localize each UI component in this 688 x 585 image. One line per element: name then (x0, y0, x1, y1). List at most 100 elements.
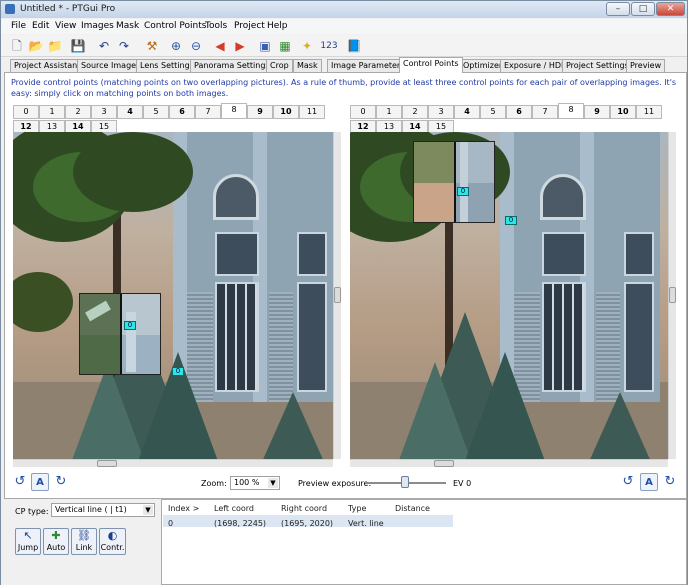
column-header-index[interactable]: Index > (168, 504, 199, 513)
right-rotate-ccw-button[interactable]: ↺ (619, 473, 637, 491)
left-image-tab[interactable]: 5 (143, 105, 169, 119)
left-image-viewer[interactable]: 0 0 (13, 132, 333, 459)
left-image-tab[interactable]: 9 (247, 105, 273, 119)
help-book-icon[interactable]: 📘 (346, 38, 362, 54)
right-vertical-scrollbar[interactable] (668, 132, 676, 459)
left-vscroll-thumb[interactable] (334, 287, 341, 303)
numbers-icon[interactable]: 123 (319, 38, 339, 54)
open-recent-icon[interactable]: 📁 (47, 38, 63, 54)
tab-image-parameters[interactable]: Image Parameters (327, 59, 409, 72)
menu-view[interactable]: View (55, 21, 76, 31)
left-image-tab-selected[interactable]: 8 (221, 103, 247, 119)
right-horizontal-scrollbar[interactable] (350, 459, 668, 467)
minimize-button[interactable]: – (606, 2, 630, 16)
menu-images[interactable]: Images (81, 21, 114, 31)
left-zoom-loupe (79, 293, 161, 375)
tools-icon[interactable]: ⚒ (144, 38, 160, 54)
left-rotate-cw-button[interactable]: ↻ (52, 473, 70, 491)
menu-file[interactable]: File (11, 21, 26, 31)
tab-exposure-hdr[interactable]: Exposure / HDR (500, 59, 571, 72)
right-cp-marker[interactable]: 0 (505, 216, 517, 225)
tab-lens-settings[interactable]: Lens Settings (136, 59, 198, 72)
save-icon[interactable]: 💾 (70, 38, 86, 54)
right-image-tab[interactable]: 3 (428, 105, 454, 119)
left-vertical-scrollbar[interactable] (333, 132, 341, 459)
right-vscroll-thumb[interactable] (669, 287, 676, 303)
right-image-tab[interactable]: 1 (376, 105, 402, 119)
left-image-tab[interactable]: 2 (65, 105, 91, 119)
right-image-tab[interactable]: 2 (402, 105, 428, 119)
tab-preview[interactable]: Preview (626, 59, 666, 72)
contrast-button[interactable]: ◐ Contr. (99, 528, 126, 555)
right-zoom-cp-marker[interactable]: 0 (457, 187, 469, 196)
right-image-tab[interactable]: 7 (532, 105, 558, 119)
right-photo[interactable] (350, 132, 668, 459)
tab-crop[interactable]: Crop (266, 59, 293, 72)
menu-project[interactable]: Project (234, 21, 265, 31)
left-image-tab[interactable]: 1 (39, 105, 65, 119)
panorama-editor-icon[interactable]: ▣ (257, 38, 273, 54)
maximize-button[interactable]: □ (631, 2, 655, 16)
right-rotate-cw-button[interactable]: ↻ (661, 473, 679, 491)
left-image-tab[interactable]: 0 (13, 105, 39, 119)
new-project-icon[interactable]: 🗋 (9, 38, 25, 54)
left-image-tab[interactable]: 11 (299, 105, 325, 119)
tab-control-points[interactable]: Control Points (399, 57, 463, 73)
menu-mask[interactable]: Mask (116, 21, 139, 31)
undo-icon[interactable]: ↶ (96, 38, 112, 54)
menu-tools[interactable]: Tools (205, 21, 227, 31)
title-bar[interactable]: Untitled * - PTGui Pro – □ ✕ (1, 1, 687, 18)
left-image-tab[interactable]: 3 (91, 105, 117, 119)
right-image-tab[interactable]: 4 (454, 105, 480, 119)
table-icon[interactable]: ▦ (277, 38, 293, 54)
cp-type-select[interactable]: Vertical line ( | t1) ▼ (51, 503, 155, 517)
zoom-in-icon[interactable]: ⊕ (168, 38, 184, 54)
open-icon[interactable]: 📂 (28, 38, 44, 54)
left-image-tab[interactable]: 7 (195, 105, 221, 119)
column-header-type[interactable]: Type (348, 504, 366, 513)
right-image-tab[interactable]: 11 (636, 105, 662, 119)
zoom-select[interactable]: 100 % ▼ (230, 476, 280, 490)
redo-icon[interactable]: ↷ (116, 38, 132, 54)
right-image-tab[interactable]: 9 (584, 105, 610, 119)
column-header-left-coord[interactable]: Left coord (214, 504, 254, 513)
right-image-tab[interactable]: 6 (506, 105, 532, 119)
left-photo[interactable] (13, 132, 333, 459)
right-image-tab[interactable]: 0 (350, 105, 376, 119)
lightbulb-icon[interactable]: ✦ (299, 38, 315, 54)
column-header-right-coord[interactable]: Right coord (281, 504, 327, 513)
menu-help[interactable]: Help (267, 21, 288, 31)
column-header-distance[interactable]: Distance (395, 504, 430, 513)
next-image-icon[interactable]: ▶ (232, 38, 248, 54)
link-button[interactable]: ⛓ Link (71, 528, 97, 555)
right-hscroll-thumb[interactable] (434, 460, 454, 467)
tab-project-assistant[interactable]: Project Assistant (10, 59, 85, 72)
tab-mask[interactable]: Mask (293, 59, 322, 72)
right-image-tab-selected[interactable]: 8 (558, 103, 584, 119)
left-zoom-cp-marker[interactable]: 0 (124, 321, 136, 330)
zoom-out-icon[interactable]: ⊖ (188, 38, 204, 54)
right-image-tab[interactable]: 10 (610, 105, 636, 119)
auto-cp-button[interactable]: ✚ Auto (43, 528, 69, 555)
right-image-viewer[interactable]: 0 0 (350, 132, 668, 459)
left-image-tab[interactable]: 10 (273, 105, 299, 119)
left-auto-button[interactable]: A (31, 473, 49, 491)
menu-control-points[interactable]: Control Points (144, 21, 206, 31)
tab-project-settings[interactable]: Project Settings (562, 59, 633, 72)
menu-edit[interactable]: Edit (32, 21, 49, 31)
previous-image-icon[interactable]: ◀ (212, 38, 228, 54)
jump-button[interactable]: ↖ Jump (15, 528, 41, 555)
left-cp-marker[interactable]: 0 (172, 367, 184, 376)
right-image-tab[interactable]: 5 (480, 105, 506, 119)
auto-icon: ✚ (51, 529, 61, 542)
tab-source-images[interactable]: Source Images (77, 59, 145, 72)
exposure-slider-thumb[interactable] (401, 476, 409, 488)
tab-panorama-settings[interactable]: Panorama Settings (190, 59, 274, 72)
close-button[interactable]: ✕ (656, 2, 685, 16)
left-image-tab[interactable]: 6 (169, 105, 195, 119)
left-horizontal-scrollbar[interactable] (13, 459, 333, 467)
left-image-tab[interactable]: 4 (117, 105, 143, 119)
left-hscroll-thumb[interactable] (97, 460, 117, 467)
right-auto-button[interactable]: A (640, 473, 658, 491)
left-rotate-ccw-button[interactable]: ↺ (11, 473, 29, 491)
